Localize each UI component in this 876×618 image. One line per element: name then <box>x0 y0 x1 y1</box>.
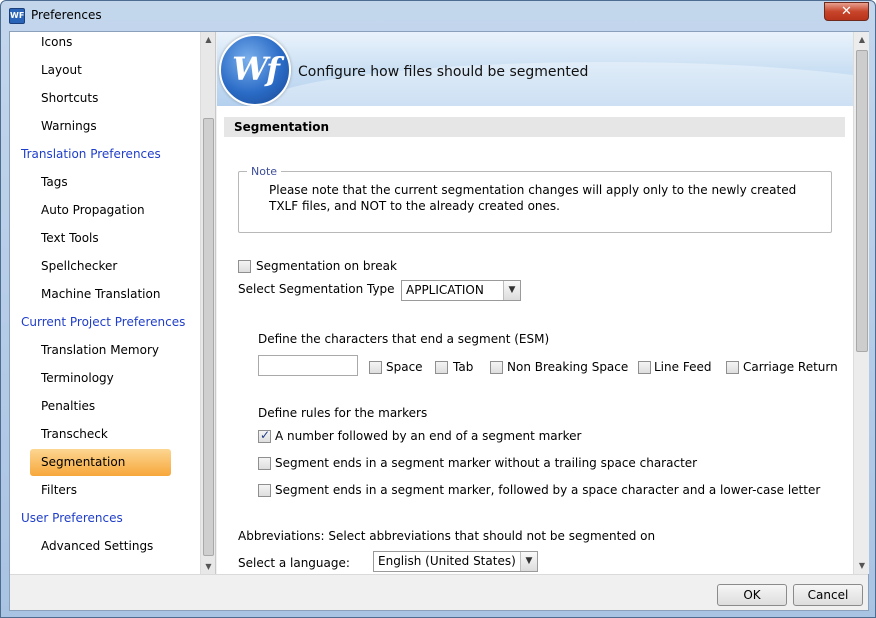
cancel-button[interactable]: Cancel <box>793 584 863 606</box>
sidebar-item-terminology[interactable]: Terminology <box>10 364 200 392</box>
esm-carriage-return-label: Carriage Return <box>743 360 838 374</box>
sidebar-item-tags[interactable]: Tags <box>10 168 200 196</box>
segmentation-type-label: Select Segmentation Type <box>238 282 395 296</box>
main-scrollbar[interactable]: ▲ ▼ <box>853 32 869 574</box>
marker-rule-3-checkbox[interactable] <box>258 484 271 497</box>
marker-rule-2-checkbox[interactable] <box>258 457 271 470</box>
sidebar-scroll-thumb[interactable] <box>203 118 214 556</box>
chevron-down-icon[interactable]: ▼ <box>503 281 520 300</box>
sidebar-item-user-preferences[interactable]: User Preferences <box>10 504 200 532</box>
esm-non-breaking-space-label: Non Breaking Space <box>507 360 629 374</box>
marker-rule-1-label: A number followed by an end of a segment… <box>275 429 582 443</box>
sidebar-item-label: Icons <box>41 35 73 49</box>
title-bar: WF Preferences ✕ <box>1 1 875 30</box>
esm-space-checkbox[interactable] <box>369 361 382 374</box>
sidebar-item-label: Current Project Preferences <box>21 315 186 329</box>
wordfast-logo-icon: Wf <box>219 34 291 106</box>
esm-line-feed-checkbox[interactable] <box>638 361 651 374</box>
segmentation-type-select[interactable]: APPLICATION ▼ <box>401 280 521 301</box>
sidebar-item-transcheck[interactable]: Transcheck <box>10 420 200 448</box>
sidebar-item-icons[interactable]: Icons <box>10 32 200 56</box>
segmentation-type-value: APPLICATION <box>406 283 484 297</box>
marker-rule-1-checkbox[interactable] <box>258 428 271 443</box>
sidebar-item-label: Text Tools <box>41 231 99 245</box>
sidebar-item-label: Segmentation <box>30 449 171 476</box>
abbreviations-label: Abbreviations: Select abbreviations that… <box>238 529 656 543</box>
sidebar-item-label: User Preferences <box>21 511 123 525</box>
segmentation-on-break-label: Segmentation on break <box>256 259 397 273</box>
marker-rule-3-label: Segment ends in a segment marker, follow… <box>275 483 821 497</box>
sidebar-item-filters[interactable]: Filters <box>10 476 200 504</box>
app-icon: WF <box>9 8 25 24</box>
sidebar-item-label: Auto Propagation <box>41 203 145 217</box>
section-title: Segmentation <box>224 117 845 137</box>
sidebar-item-label: Spellchecker <box>41 259 118 273</box>
esm-label: Define the characters that end a segment… <box>258 332 550 346</box>
esm-tab-label: Tab <box>453 360 474 374</box>
sidebar-item-shortcuts[interactable]: Shortcuts <box>10 84 200 112</box>
sidebar-item-label: Translation Preferences <box>21 147 161 161</box>
scroll-down-icon[interactable]: ▼ <box>854 558 869 574</box>
scroll-up-icon[interactable]: ▲ <box>201 32 215 47</box>
language-label: Select a language: <box>238 556 350 570</box>
window-title: Preferences <box>31 8 102 22</box>
scroll-up-icon[interactable]: ▲ <box>854 32 869 48</box>
banner-title: Configure how files should be segmented <box>298 64 589 80</box>
sidebar-item-label: Translation Memory <box>41 343 160 357</box>
esm-tab-checkbox[interactable] <box>435 361 448 374</box>
sidebar-item-translation-memory[interactable]: Translation Memory <box>10 336 200 364</box>
note-legend: Note <box>247 165 282 178</box>
sidebar-item-label: Filters <box>41 483 77 497</box>
sidebar-item-auto-propagation[interactable]: Auto Propagation <box>10 196 200 224</box>
client-area: Icons Layout Shortcuts Warnings Translation … <box>9 31 869 611</box>
sidebar-item-penalties[interactable]: Penalties <box>10 392 200 420</box>
main-panel: Wf Configure how files should be segment… <box>217 32 869 574</box>
segmentation-on-break-checkbox[interactable] <box>238 260 251 273</box>
sidebar-item-label: Warnings <box>41 119 97 133</box>
language-value: English (United States) <box>378 554 516 568</box>
sidebar-item-advanced-settings[interactable]: Advanced Settings <box>10 532 200 560</box>
sidebar-scrollbar[interactable]: ▲ ▼ <box>200 32 215 574</box>
sidebar-item-segmentation[interactable]: Segmentation <box>10 448 200 476</box>
sidebar-item-label: Terminology <box>41 371 114 385</box>
ok-button[interactable]: OK <box>717 584 787 606</box>
sidebar-item-label: Advanced Settings <box>41 539 154 553</box>
sidebar-item-label: Layout <box>41 63 82 77</box>
sidebar-item-machine-translation[interactable]: Machine Translation <box>10 280 200 308</box>
preferences-nav: Icons Layout Shortcuts Warnings Translation … <box>10 32 216 574</box>
preferences-window: WF Preferences ✕ Icons Layout Shortcuts War… <box>0 0 876 618</box>
sidebar-item-label: Shortcuts <box>41 91 99 105</box>
sidebar-item-translation-preferences[interactable]: Translation Preferences <box>10 140 200 168</box>
sidebar-item-spellchecker[interactable]: Spellchecker <box>10 252 200 280</box>
main-scroll-thumb[interactable] <box>856 50 868 352</box>
sidebar-item-label: Machine Translation <box>41 287 161 301</box>
sidebar-item-text-tools[interactable]: Text Tools <box>10 224 200 252</box>
sidebar-item-label: Tags <box>41 175 68 189</box>
sidebar-item-label: Transcheck <box>41 427 108 441</box>
scroll-down-icon[interactable]: ▼ <box>201 559 215 574</box>
esm-space-label: Space <box>386 360 423 374</box>
marker-rule-2-label: Segment ends in a segment marker without… <box>275 456 698 470</box>
esm-input[interactable] <box>258 355 358 376</box>
esm-non-breaking-space-checkbox[interactable] <box>490 361 503 374</box>
chevron-down-icon[interactable]: ▼ <box>520 552 537 571</box>
sidebar-item-layout[interactable]: Layout <box>10 56 200 84</box>
dialog-footer: OK Cancel <box>10 574 868 610</box>
esm-carriage-return-checkbox[interactable] <box>726 361 739 374</box>
language-select[interactable]: English (United States) ▼ <box>373 551 538 572</box>
note-box: Note Please note that the current segmen… <box>238 165 832 233</box>
esm-line-feed-label: Line Feed <box>654 360 712 374</box>
sidebar-item-label: Penalties <box>41 399 96 413</box>
sidebar-item-warnings[interactable]: Warnings <box>10 112 200 140</box>
note-text: Please note that the current segmentatio… <box>269 183 797 213</box>
marker-rules-label: Define rules for the markers <box>258 406 428 420</box>
sidebar-item-current-project-preferences[interactable]: Current Project Preferences <box>10 308 200 336</box>
header-banner: Wf Configure how files should be segment… <box>217 32 853 106</box>
close-button[interactable]: ✕ <box>824 2 869 21</box>
nav-list: Icons Layout Shortcuts Warnings Translation … <box>10 32 200 560</box>
